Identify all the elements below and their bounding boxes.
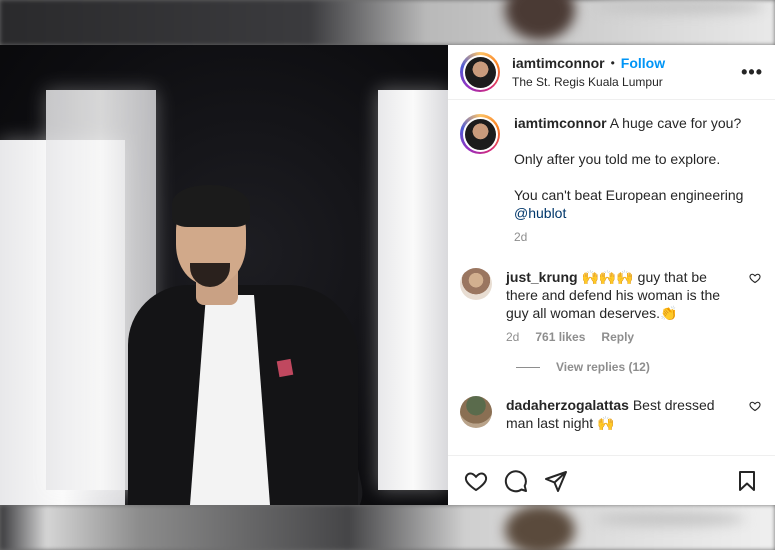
paper-plane-icon[interactable]	[544, 469, 568, 493]
caption-avatar-image	[464, 118, 496, 150]
post-location[interactable]: The St. Regis Kuala Lumpur	[512, 75, 741, 89]
comment-heart-icon[interactable]	[749, 400, 761, 412]
reply-button[interactable]: Reply	[601, 328, 634, 346]
person-hair	[172, 185, 250, 227]
comment-heart-icon[interactable]	[749, 272, 761, 284]
view-replies-button[interactable]: View replies (12)	[516, 360, 763, 374]
light-pillar	[378, 90, 448, 490]
comment-item: dadaherzogalattas Best dressed man last …	[460, 396, 763, 432]
post-header: iamtimconnor • Follow The St. Regis Kual…	[448, 45, 775, 100]
caption: iamtimconnor A huge cave for you? Only a…	[460, 114, 763, 246]
caption-avatar[interactable]	[460, 114, 500, 154]
action-bar	[448, 455, 775, 505]
commenter-avatar[interactable]	[460, 268, 492, 300]
more-icon[interactable]: •••	[741, 62, 763, 83]
caption-line: A huge cave for you?	[609, 115, 742, 131]
author-avatar-image	[464, 56, 496, 88]
pocket-square	[276, 358, 294, 378]
caption-line: You can't beat European engineering	[514, 187, 744, 203]
commenter-username[interactable]: just_krung	[506, 269, 578, 285]
backdrop-avatar-blur-bottom	[505, 505, 575, 550]
post-side-panel: iamtimconnor • Follow The St. Regis Kual…	[448, 45, 775, 505]
comments-list[interactable]: iamtimconnor A huge cave for you? Only a…	[448, 100, 775, 455]
caption-line: Only after you told me to explore.	[514, 151, 721, 167]
comment-body: dadaherzogalattas Best dressed man last …	[506, 396, 741, 432]
comment-item: just_krung 🙌🙌🙌 guy that be there and def…	[460, 268, 763, 346]
mention-link[interactable]: @hublot	[514, 205, 566, 221]
caption-username[interactable]: iamtimconnor	[514, 115, 607, 131]
caption-time[interactable]: 2d	[514, 228, 527, 246]
comment-body: just_krung 🙌🙌🙌 guy that be there and def…	[506, 268, 741, 346]
comment-time[interactable]: 2d	[506, 328, 519, 346]
comment-icon[interactable]	[504, 469, 528, 493]
caption-text: iamtimconnor A huge cave for you? Only a…	[514, 114, 749, 246]
backdrop-text-blur-bottom	[595, 512, 745, 526]
comment-likes[interactable]: 761 likes	[535, 328, 585, 346]
separator-dot: •	[610, 56, 615, 70]
post-photo[interactable]	[0, 45, 448, 505]
commenter-username[interactable]: dadaherzogalattas	[506, 397, 629, 413]
bookmark-icon[interactable]	[735, 469, 759, 493]
author-username[interactable]: iamtimconnor	[512, 55, 605, 71]
author-avatar[interactable]	[460, 52, 500, 92]
heart-icon[interactable]	[464, 469, 488, 493]
post-modal: iamtimconnor • Follow The St. Regis Kual…	[0, 45, 775, 505]
backdrop-text-blur	[595, 0, 765, 14]
view-replies-line	[516, 366, 540, 368]
header-text: iamtimconnor • Follow The St. Regis Kual…	[512, 55, 741, 89]
follow-button[interactable]: Follow	[621, 55, 665, 71]
view-replies-label: View replies (12)	[556, 360, 650, 374]
commenter-avatar[interactable]	[460, 396, 492, 428]
